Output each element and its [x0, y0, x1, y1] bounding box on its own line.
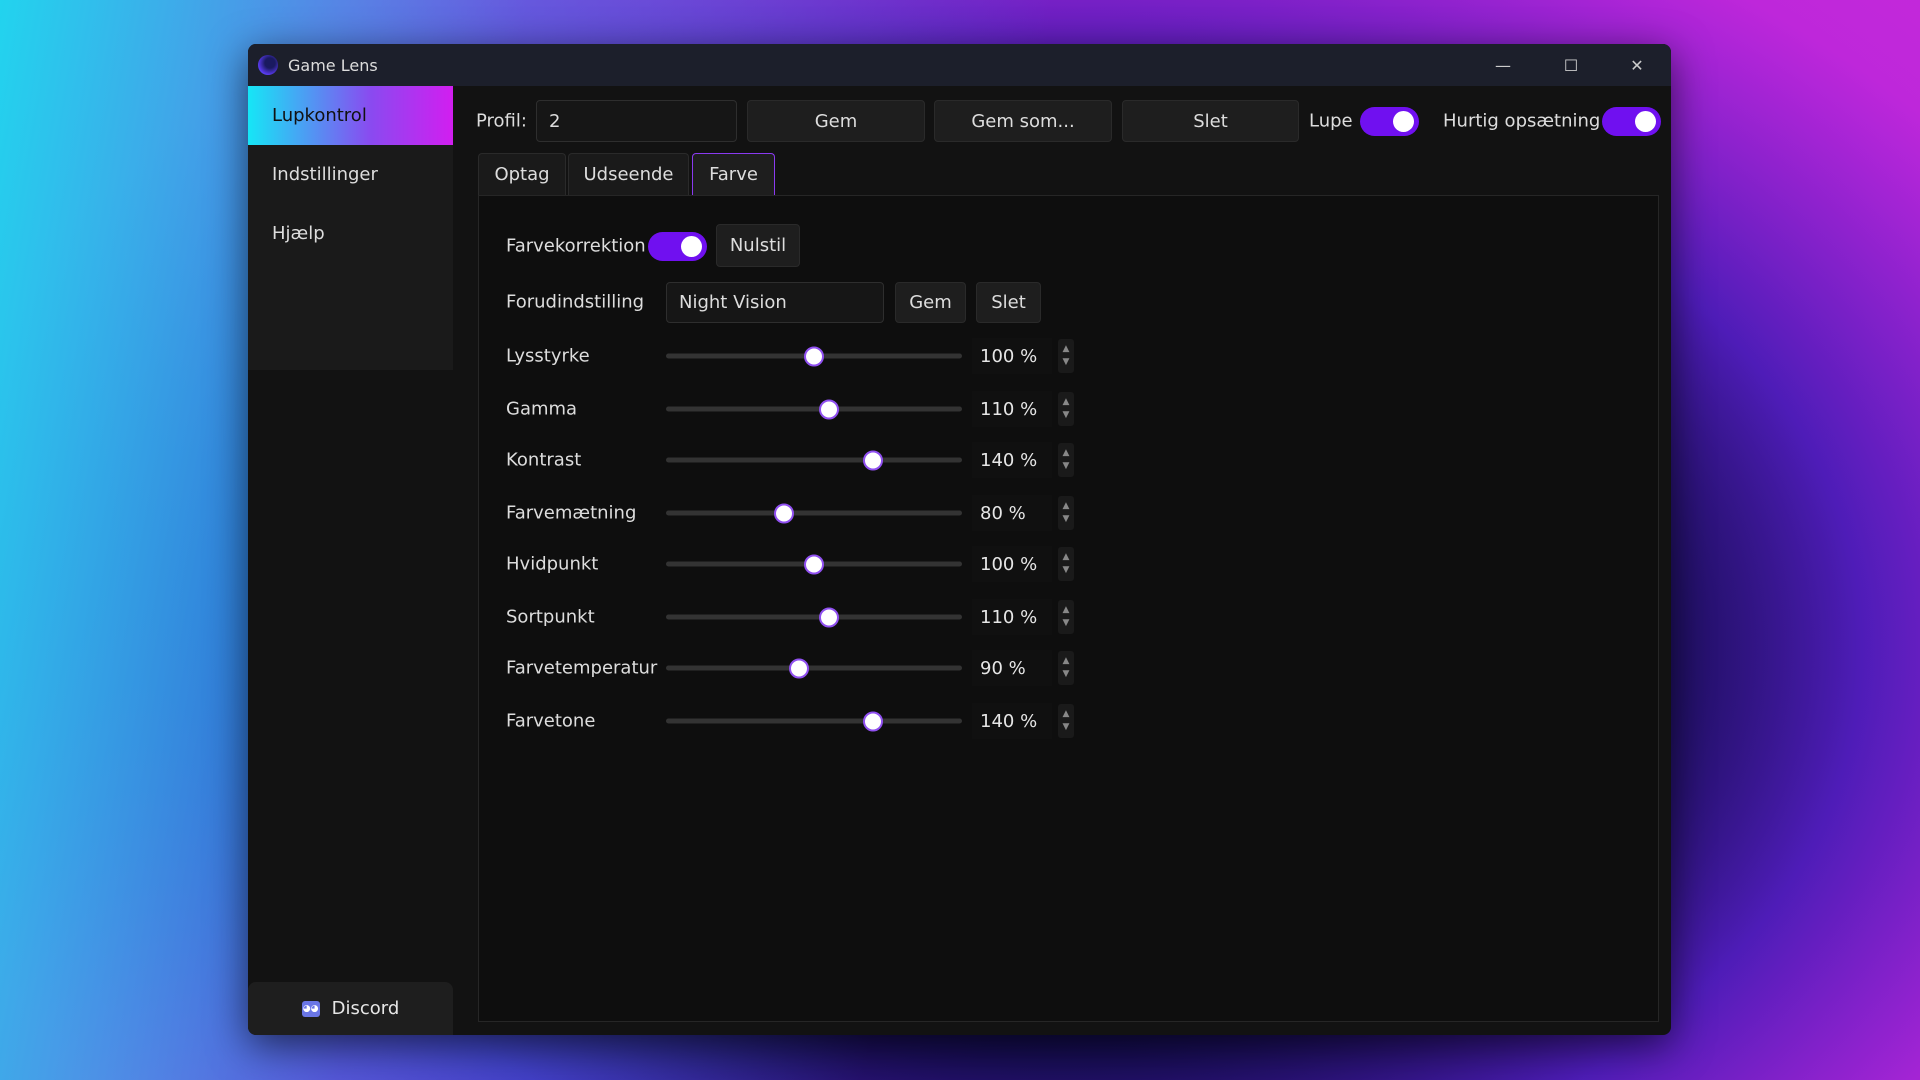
sortpunkt-slider[interactable] — [666, 607, 962, 627]
sortpunkt-value-input[interactable]: 110 % — [972, 599, 1052, 635]
farvetone-slider[interactable] — [666, 711, 962, 731]
preset-input[interactable]: Night Vision — [666, 282, 884, 323]
farvemaetning-label: Farvemætning — [506, 502, 637, 524]
spin-up-icon[interactable]: ▲ — [1063, 551, 1070, 564]
lupe-toggle[interactable] — [1360, 107, 1419, 136]
close-button[interactable]: ✕ — [1603, 44, 1671, 86]
profile-input[interactable]: 2 — [536, 100, 737, 142]
hvidpunkt-label: Hvidpunkt — [506, 553, 599, 575]
gamma-slider[interactable] — [666, 399, 962, 419]
farvetone-slider-thumb[interactable] — [863, 711, 884, 731]
save-profile-button[interactable]: Gem — [747, 100, 925, 142]
app-window: Game Lens — ☐ ✕ Lupkontrol Indstillinger… — [248, 44, 1671, 1035]
hvidpunkt-slider-thumb[interactable] — [804, 554, 824, 574]
lysstyrke-value-input[interactable]: 100 % — [972, 338, 1052, 374]
hvidpunkt-spinner[interactable]: ▲ ▼ — [1058, 547, 1074, 581]
quick-setup-toggle[interactable] — [1602, 107, 1661, 136]
gamma-spinner[interactable]: ▲ ▼ — [1058, 392, 1074, 426]
preset-label: Forudindstilling — [506, 291, 645, 313]
farvetone-label: Farvetone — [506, 710, 596, 732]
maximize-button[interactable]: ☐ — [1537, 44, 1605, 86]
tab-udseende[interactable]: Udseende — [568, 153, 689, 195]
sortpunkt-slider-thumb[interactable] — [818, 607, 839, 627]
title-bar: Game Lens — ☐ ✕ — [248, 44, 1671, 86]
spin-up-icon[interactable]: ▲ — [1063, 500, 1070, 513]
spin-down-icon[interactable]: ▼ — [1063, 721, 1070, 734]
sidebar-item-lupkontrol[interactable]: Lupkontrol — [248, 86, 453, 145]
gamma-slider-thumb[interactable] — [818, 399, 839, 419]
spin-up-icon[interactable]: ▲ — [1063, 396, 1070, 409]
gamma-label: Gamma — [506, 398, 578, 420]
color-correction-label: Farvekorrektion — [506, 235, 646, 257]
spin-down-icon[interactable]: ▼ — [1063, 617, 1070, 630]
sortpunkt-label: Sortpunkt — [506, 606, 595, 628]
tab-farve[interactable]: Farve — [692, 153, 775, 195]
lysstyrke-label: Lysstyrke — [506, 345, 590, 367]
kontrast-slider-thumb[interactable] — [863, 450, 884, 470]
lysstyrke-slider-thumb[interactable] — [804, 346, 824, 366]
farvemaetning-spinner[interactable]: ▲ ▼ — [1058, 496, 1074, 530]
color-correction-toggle[interactable] — [648, 232, 707, 261]
app-logo-icon — [258, 55, 278, 75]
spin-down-icon[interactable]: ▼ — [1063, 356, 1070, 369]
farvemaetning-value-input[interactable]: 80 % — [972, 495, 1052, 531]
sidebar: Lupkontrol Indstillinger Hjælp — [248, 86, 453, 370]
save-preset-button[interactable]: Gem — [895, 282, 966, 323]
hvidpunkt-slider[interactable] — [666, 554, 962, 574]
spin-up-icon[interactable]: ▲ — [1063, 447, 1070, 460]
spin-down-icon[interactable]: ▼ — [1063, 409, 1070, 422]
tab-optag[interactable]: Optag — [478, 153, 566, 195]
quick-setup-label: Hurtig opsætning — [1443, 110, 1601, 132]
minimize-button[interactable]: — — [1469, 44, 1537, 86]
gamma-value-input[interactable]: 110 % — [972, 391, 1052, 427]
lupe-label: Lupe — [1309, 110, 1353, 132]
window-title: Game Lens — [288, 55, 378, 75]
sidebar-item-indstillinger[interactable]: Indstillinger — [248, 145, 453, 204]
farvemaetning-slider-thumb[interactable] — [774, 503, 795, 523]
farvetemperatur-slider[interactable] — [666, 658, 962, 678]
spin-up-icon[interactable]: ▲ — [1063, 655, 1070, 668]
save-as-button[interactable]: Gem som... — [934, 100, 1112, 142]
reset-button[interactable]: Nulstil — [716, 224, 800, 267]
lysstyrke-slider[interactable] — [666, 346, 962, 366]
farvetemperatur-slider-thumb[interactable] — [789, 658, 810, 678]
delete-profile-button[interactable]: Slet — [1122, 100, 1299, 142]
spin-down-icon[interactable]: ▼ — [1063, 564, 1070, 577]
kontrast-spinner[interactable]: ▲ ▼ — [1058, 443, 1074, 477]
farvemaetning-slider[interactable] — [666, 503, 962, 523]
farvetemperatur-value-input[interactable]: 90 % — [972, 650, 1052, 686]
spin-up-icon[interactable]: ▲ — [1063, 343, 1070, 356]
farvetone-spinner[interactable]: ▲ ▼ — [1058, 704, 1074, 738]
farvetone-value-input[interactable]: 140 % — [972, 703, 1052, 739]
spin-up-icon[interactable]: ▲ — [1063, 604, 1070, 617]
discord-button[interactable]: ◕◕ Discord — [248, 982, 453, 1035]
profile-label: Profil: — [476, 110, 527, 132]
lysstyrke-spinner[interactable]: ▲ ▼ — [1058, 339, 1074, 373]
farvetemperatur-label: Farvetemperatur — [506, 657, 658, 679]
discord-label: Discord — [331, 998, 400, 1019]
kontrast-value-input[interactable]: 140 % — [972, 442, 1052, 478]
sortpunkt-spinner[interactable]: ▲ ▼ — [1058, 600, 1074, 634]
hvidpunkt-value-input[interactable]: 100 % — [972, 546, 1052, 582]
spin-down-icon[interactable]: ▼ — [1063, 460, 1070, 473]
spin-down-icon[interactable]: ▼ — [1063, 668, 1070, 681]
kontrast-slider[interactable] — [666, 450, 962, 470]
kontrast-label: Kontrast — [506, 449, 582, 471]
spin-up-icon[interactable]: ▲ — [1063, 708, 1070, 721]
farvetemperatur-spinner[interactable]: ▲ ▼ — [1058, 651, 1074, 685]
delete-preset-button[interactable]: Slet — [976, 282, 1041, 323]
spin-down-icon[interactable]: ▼ — [1063, 513, 1070, 526]
discord-icon: ◕◕ — [301, 1000, 320, 1017]
sidebar-item-hjaelp[interactable]: Hjælp — [248, 204, 453, 263]
